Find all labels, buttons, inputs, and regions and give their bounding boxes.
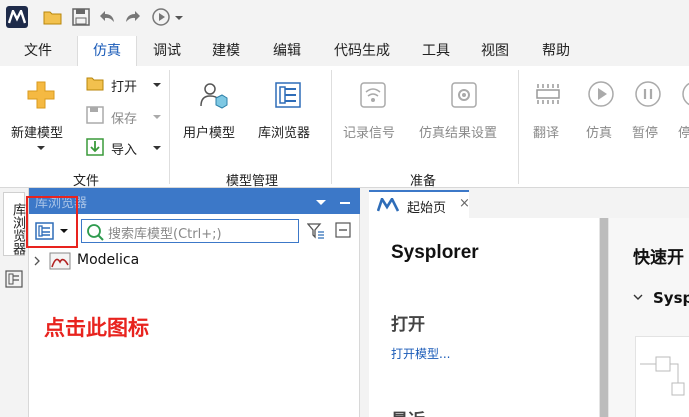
- import-button[interactable]: 导入: [111, 139, 137, 158]
- pause-button[interactable]: 暂停: [632, 122, 658, 141]
- library-browser-icon[interactable]: [273, 80, 303, 110]
- import-icon: [86, 138, 104, 156]
- quick-start-pane: 快速开 Sysp: [609, 218, 689, 417]
- save-button[interactable]: 保存: [111, 108, 137, 127]
- library-browser-side-tab[interactable]: 库浏览器: [3, 192, 25, 256]
- library-browser-header: 库浏览器: [29, 188, 360, 214]
- quick-start-section-title: Sysp: [653, 289, 689, 307]
- search-icon: [86, 223, 104, 241]
- record-signal-button[interactable]: 记录信号: [343, 122, 395, 141]
- open-icon: [86, 75, 104, 91]
- stop-button[interactable]: 停: [678, 122, 689, 141]
- open-heading: 打开: [391, 315, 425, 335]
- new-model-button[interactable]: 新建模型: [11, 122, 63, 141]
- dropdown-icon[interactable]: [172, 6, 186, 28]
- pause-icon[interactable]: [634, 80, 662, 108]
- new-model-dropdown-icon[interactable]: [36, 144, 46, 152]
- open-folder-icon[interactable]: [42, 6, 64, 28]
- open-button[interactable]: 打开: [111, 76, 137, 95]
- model-tree-side-tab-icon[interactable]: [5, 270, 23, 288]
- menu-bar: 文件 仿真 调试 建模 编辑 代码生成 工具 视图 帮助: [0, 36, 689, 66]
- menu-file[interactable]: 文件: [18, 36, 58, 66]
- save-icon[interactable]: [70, 6, 92, 28]
- panel-menu-icon[interactable]: [315, 194, 327, 213]
- menu-view[interactable]: 视图: [474, 36, 516, 66]
- menu-codegen[interactable]: 代码生成: [328, 36, 396, 66]
- tab-start-page[interactable]: 起始页 ×: [369, 190, 470, 218]
- file-group-label: 文件: [72, 174, 99, 189]
- app-logo-icon: [377, 198, 399, 212]
- annotation-text: 点击此图标: [44, 316, 149, 340]
- ribbon: 新建模型 打开 保存 导入 文件 用户模型 库浏览器 模型管理 记录信号 仿真结…: [0, 66, 689, 189]
- start-page-title: Sysplorer: [391, 242, 479, 263]
- menu-tools[interactable]: 工具: [415, 36, 457, 66]
- highlight-box: [26, 196, 78, 248]
- library-search-placeholder: 搜索库模型(Ctrl+;): [108, 227, 222, 242]
- sim-result-settings-button[interactable]: 仿真结果设置: [419, 122, 497, 141]
- tree-item-modelica[interactable]: Modelica: [29, 250, 360, 272]
- quick-start-title: 快速开: [633, 248, 684, 268]
- stop-icon[interactable]: [681, 80, 689, 108]
- app-window: 文件 仿真 调试 建模 编辑 代码生成 工具 视图 帮助 新建模型 打开 保存: [0, 0, 689, 417]
- library-browser-button[interactable]: 库浏览器: [258, 122, 310, 141]
- user-model-icon[interactable]: [198, 80, 228, 110]
- collapse-all-icon[interactable]: [335, 222, 351, 238]
- example-model-thumbnail[interactable]: [635, 336, 689, 417]
- panel-minimize-icon[interactable]: [339, 194, 351, 213]
- translate-icon[interactable]: [534, 80, 562, 108]
- chevron-down-icon[interactable]: [633, 290, 643, 304]
- redo-icon[interactable]: [122, 6, 144, 28]
- translate-button[interactable]: 翻译: [533, 122, 559, 141]
- side-tab-strip: 库浏览器: [0, 188, 29, 417]
- user-model-button[interactable]: 用户模型: [183, 122, 235, 141]
- new-model-icon[interactable]: [26, 80, 56, 110]
- scrollbar-thumb[interactable]: [600, 218, 608, 417]
- library-toolbar: 搜索库模型(Ctrl+;): [29, 216, 360, 246]
- simulate-icon[interactable]: [587, 80, 615, 108]
- filter-icon[interactable]: [307, 222, 325, 240]
- undo-icon[interactable]: [96, 6, 118, 28]
- menu-modeling[interactable]: 建模: [205, 36, 247, 66]
- record-signal-icon[interactable]: [358, 80, 388, 110]
- open-dropdown-icon[interactable]: [152, 81, 162, 89]
- save-dropdown-icon[interactable]: [152, 113, 162, 121]
- library-browser-side-tab-label: 库浏览器: [10, 203, 25, 255]
- tree-item-label: Modelica: [77, 252, 140, 268]
- open-model-link[interactable]: 打开模型...: [391, 345, 450, 362]
- model-diagram-icon: [640, 356, 685, 396]
- recent-heading: 最近: [391, 406, 425, 417]
- sim-result-settings-icon[interactable]: [449, 80, 479, 110]
- menu-edit[interactable]: 编辑: [266, 36, 308, 66]
- library-search-input[interactable]: 搜索库模型(Ctrl+;): [81, 219, 299, 243]
- menu-help[interactable]: 帮助: [535, 36, 577, 66]
- ribbon-separator: [331, 70, 332, 184]
- prepare-group-label: 准备: [409, 174, 436, 189]
- menu-debug[interactable]: 调试: [146, 36, 188, 66]
- ribbon-separator: [169, 70, 170, 184]
- close-icon[interactable]: ×: [459, 196, 470, 211]
- import-dropdown-icon[interactable]: [152, 144, 162, 152]
- start-page-left-pane: Sysplorer 打开 打开模型... 最近: [369, 218, 599, 417]
- run-icon[interactable]: [150, 6, 172, 28]
- modelica-package-icon: [49, 252, 71, 270]
- menu-simulation[interactable]: 仿真: [77, 36, 137, 66]
- chevron-right-icon[interactable]: [33, 256, 41, 266]
- ribbon-separator: [518, 70, 519, 184]
- document-area: 起始页 × Sysplorer 打开 打开模型... 最近 快速开 Sysp: [361, 188, 689, 417]
- model-group-label: 模型管理: [225, 174, 278, 189]
- app-logo: [6, 6, 28, 28]
- vertical-scrollbar[interactable]: [599, 218, 609, 417]
- save-icon: [86, 106, 104, 124]
- simulate-button[interactable]: 仿真: [586, 122, 612, 141]
- library-browser-panel: 库浏览器 搜索库模型(Ctrl+;) Modelica: [29, 188, 360, 417]
- title-bar: [0, 0, 689, 36]
- tab-start-page-label: 起始页: [407, 201, 447, 216]
